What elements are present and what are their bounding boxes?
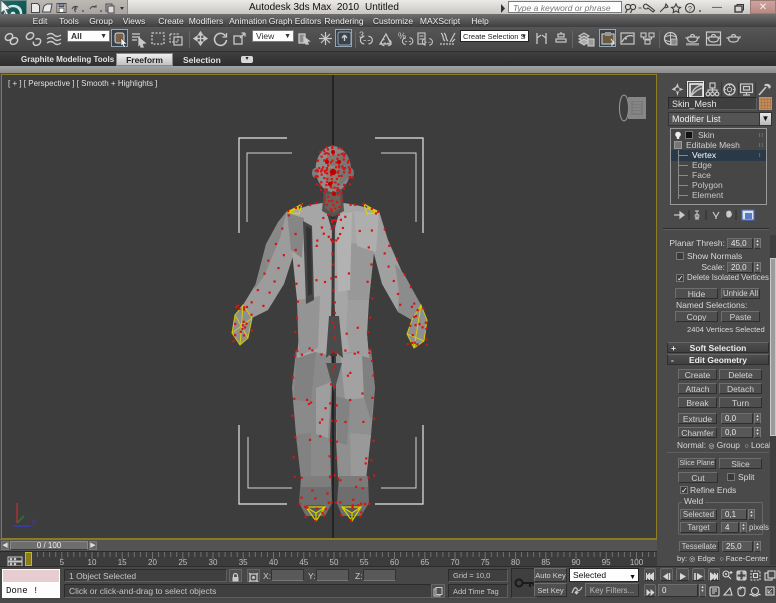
svg-text:3: 3 — [359, 30, 364, 40]
svg-text:%: % — [398, 31, 406, 41]
svg-text:y: y — [32, 517, 36, 526]
svg-text:?: ? — [688, 6, 692, 13]
